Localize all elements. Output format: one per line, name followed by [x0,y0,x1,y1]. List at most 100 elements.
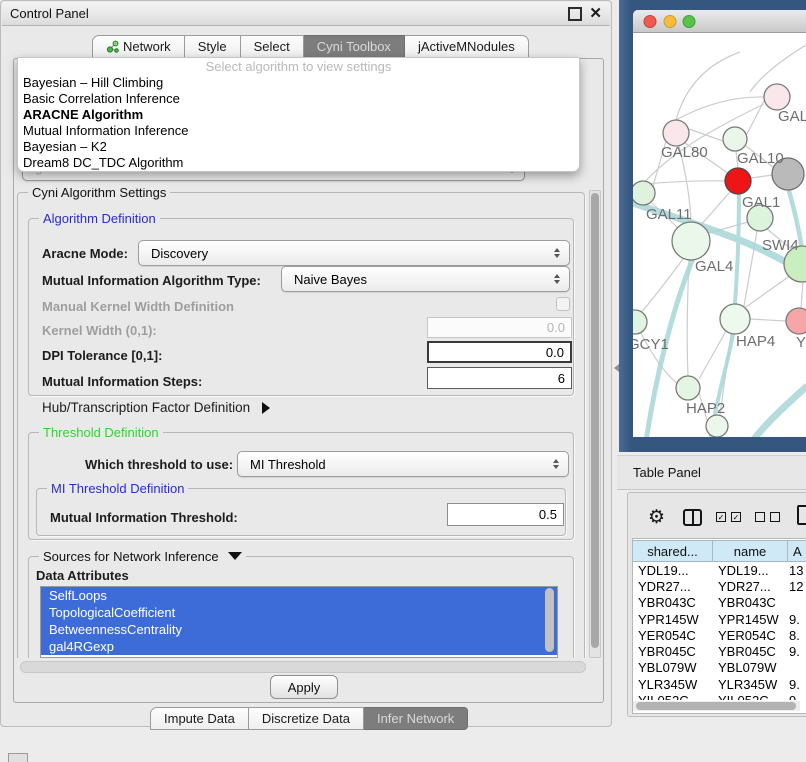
algorithm-dropdown-popup: Select algorithm to view settings Bayesi… [17,57,580,172]
cyni-bottom-tabbar: Impute Data Discretize Data Infer Networ… [150,707,468,730]
threshold-definition-title: Threshold Definition [39,425,163,440]
dpi-tolerance-field[interactable]: 0.0 [427,341,572,363]
tab-jactivemnodules[interactable]: jActiveMNodules [405,35,529,58]
list-item-gal4rgexp[interactable]: gal4RGexp [41,638,557,655]
table-row[interactable]: YDR27...YDR27...12 [632,578,806,594]
node-hap2[interactable] [676,376,700,400]
column-header-shared-name[interactable]: shared... [632,540,713,562]
column-header-name[interactable]: name [712,540,788,562]
node-gal-top[interactable] [764,84,790,110]
minimized-panel-icon[interactable] [8,753,28,762]
mi-threshold-field[interactable]: 0.5 [447,503,564,526]
table-row[interactable]: YER054CYER054C8. [632,627,806,643]
manual-kernel-checkbox[interactable] [556,297,570,311]
node-label: SWI4 [762,237,799,254]
table-row[interactable]: YPR145WYPR145W9. [632,611,806,627]
table-panel-titlebar: Table Panel [617,455,806,490]
settings-horizontal-scrollbar[interactable] [20,661,586,673]
table-row[interactable]: YBR043CYBR043C [632,595,806,611]
algorithm-option-mutual-information[interactable]: Mutual Information Inference [18,123,579,139]
tab-network-label: Network [123,36,171,57]
table-row[interactable]: YIL052CYIL052C9. [632,692,806,700]
list-item-topologicalcoefficient[interactable]: TopologicalCoefficient [41,604,557,621]
mi-steps-label: Mutual Information Steps: [42,374,202,389]
dpi-tolerance-label: DPI Tolerance [0,1]: [42,348,162,363]
algorithm-option-aracne[interactable]: ARACNE Algorithm [18,107,579,123]
apply-button[interactable]: Apply [270,675,338,699]
unchecked-checkbox-icon[interactable] [755,512,765,522]
node-gal4[interactable] [672,222,710,260]
algorithm-option-bayesian-k2[interactable]: Bayesian – K2 [18,139,579,155]
combo-stepper-icon [554,248,560,258]
sources-group-title[interactable]: Sources for Network Inference [39,549,246,564]
table-row[interactable]: YBR045CYBR045C9. [632,643,806,659]
column-header-clipped[interactable]: A [787,540,806,562]
unchecked-checkbox-icon[interactable] [770,512,780,522]
network-canvas[interactable]: GAL GAL80 GAL10 GAL1 GAL11 GAL4 SWI4 GCY… [633,33,806,437]
aracne-mode-label: Aracne Mode: [42,246,128,261]
network-icon [106,40,119,53]
collapse-down-icon [228,552,242,560]
table-panel-title: Table Panel [633,465,701,480]
mi-type-combo[interactable]: Naive Bayes [281,266,570,292]
which-threshold-label: Which threshold to use: [85,457,233,472]
checked-checkbox-icon[interactable]: ✓ [731,512,741,522]
checked-checkbox-icon[interactable]: ✓ [716,512,726,522]
kernel-width-field[interactable]: 0.0 [427,317,572,338]
mac-minimize-icon[interactable] [664,16,676,28]
mac-close-icon[interactable] [644,16,656,28]
network-window-titlebar[interactable] [633,10,806,33]
tab-cyni-toolbox[interactable]: Cyni Toolbox [304,35,405,58]
hub-section-toggle[interactable]: Hub/Transcription Factor Definition [42,400,270,415]
mac-zoom-icon[interactable] [683,16,695,28]
data-attributes-list: SelfLoops TopologicalCoefficient Between… [40,586,558,658]
node-unlabeled-2[interactable] [706,415,728,437]
tab-style[interactable]: Style [185,35,241,58]
node-gal11[interactable] [633,181,655,205]
mi-type-label: Mutual Information Algorithm Type: [42,273,261,288]
list-item-selfloops[interactable]: SelfLoops [41,587,557,604]
kernel-width-label: Kernel Width (0,1): [42,323,157,338]
node-gal10[interactable] [723,127,747,151]
document-icon[interactable] [797,505,806,525]
control-panel-title: Control Panel [10,6,89,21]
attributes-list-scrollbar[interactable] [545,588,554,652]
gear-icon[interactable]: ⚙ [648,506,665,529]
node-label: GAL80 [661,144,708,161]
table-horizontal-scrollbar-thumb[interactable] [636,702,796,710]
node-label: GAL1 [742,194,780,211]
node-gcy1[interactable] [633,310,647,334]
mi-threshold-group-title: MI Threshold Definition [47,481,188,496]
settings-scroll-viewport: Cyni Algorithm Settings Algorithm Defini… [17,188,587,658]
table-row[interactable]: YDL19...YDL19...13 [632,562,806,578]
manual-kernel-label: Manual Kernel Width Definition [42,299,234,314]
tab-select[interactable]: Select [241,35,304,58]
tab-discretize-data[interactable]: Discretize Data [249,707,364,730]
float-panel-icon[interactable] [568,7,582,21]
which-threshold-combo[interactable]: MI Threshold [237,451,569,477]
settings-vertical-scrollbar-thumb[interactable] [591,193,599,648]
table-row[interactable]: YBL079WYBL079W [632,660,806,676]
node-gal1-selected[interactable] [725,168,751,194]
close-panel-icon[interactable]: ✕ [589,9,602,19]
split-columns-icon[interactable] [683,509,702,526]
mi-steps-field[interactable]: 6 [427,367,572,389]
table-rows: YDL19...YDL19...13 YDR27...YDR27...12 YB… [632,562,806,700]
algorithm-option-bayesian-hill[interactable]: Bayesian – Hill Climbing [18,75,579,91]
node-gal80[interactable] [663,120,689,146]
aracne-mode-combo[interactable]: Discovery [138,240,570,266]
node-label: GAL10 [737,150,784,167]
node-hap4[interactable] [720,304,750,334]
tab-network[interactable]: Network [92,35,185,58]
node-y[interactable] [786,308,806,334]
list-item-betweennesscentrality[interactable]: BetweennessCentrality [41,621,557,638]
node-label: HAP4 [736,333,775,350]
cyni-algorithm-settings-title: Cyni Algorithm Settings [28,188,170,200]
algorithm-option-dream8[interactable]: Dream8 DC_TDC Algorithm [18,155,579,171]
control-panel-tabbar: Network Style Select Cyni Toolbox jActiv… [92,35,529,58]
algorithm-option-basic-correlation[interactable]: Basic Correlation Inference [18,91,579,107]
tab-infer-network[interactable]: Infer Network [364,707,468,730]
table-row[interactable]: YLR345WYLR345W9. [632,676,806,692]
expand-right-icon [262,402,270,414]
tab-impute-data[interactable]: Impute Data [150,707,249,730]
